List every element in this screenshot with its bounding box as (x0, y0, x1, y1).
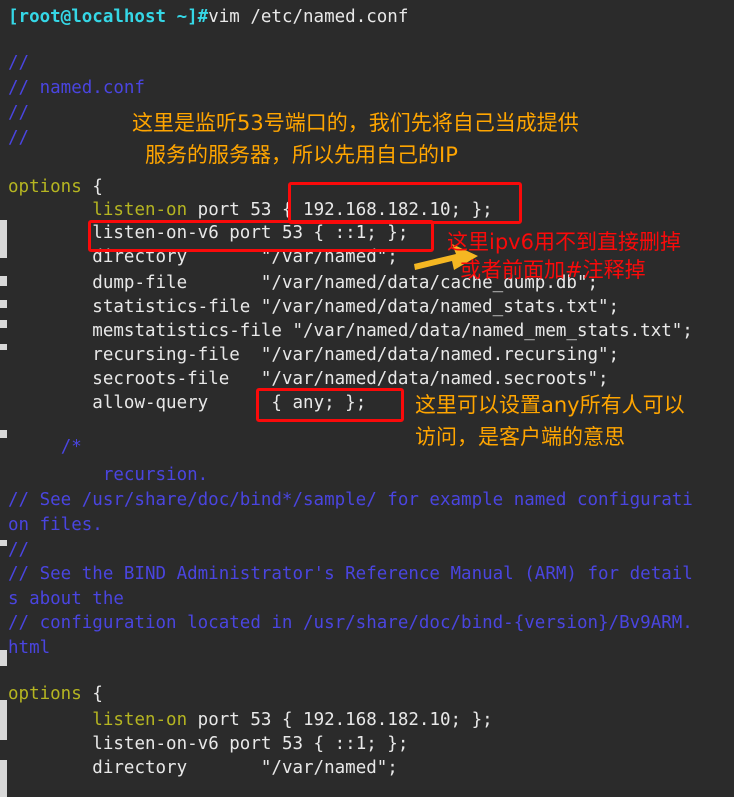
shell-prompt: [root@localhost ~]# (8, 7, 209, 27)
scrollbar-segment[interactable] (0, 760, 7, 797)
memstatistics-file-value: memstatistics-file "/var/named/data/name… (92, 321, 693, 341)
annotation-allow-query-line2: 访问，是客户端的意思 (415, 425, 625, 449)
scrollbar-segment[interactable] (0, 430, 7, 438)
recursion-text: recursion. (102, 465, 209, 485)
listen-on-keyword-2: listen-on (92, 710, 188, 730)
comment-line: // (8, 103, 30, 123)
open-brace-char-2: { (92, 684, 103, 704)
scrollbar-segment[interactable] (0, 320, 7, 328)
scrollbar-segment[interactable] (0, 344, 7, 350)
annotation-ipv6-line2: 或者前面加#注释掉 (460, 258, 646, 282)
see-sample-wrap: on files. (8, 515, 103, 535)
recursing-file-line: recursing-file "/var/named/data/named.re… (8, 344, 619, 367)
allow-query-keyword: allow-query (92, 393, 209, 413)
comment-line: // (8, 540, 30, 560)
scrollbar-segment[interactable] (0, 220, 7, 258)
highlight-box-listen-on-ip (288, 182, 522, 224)
options-block-open-2: options { (8, 683, 103, 706)
terminal-window: [root@localhost ~]#vim /etc/named.conf /… (0, 0, 734, 797)
memstatistics-file-line: memstatistics-file "/var/named/data/name… (8, 320, 693, 343)
annotation-listen-port-line2: 服务的服务器，所以先用自己的IP (145, 143, 458, 167)
scrollbar-segment[interactable] (0, 300, 7, 308)
scrollbar-segment[interactable] (0, 700, 7, 740)
scrollbar-segment[interactable] (0, 540, 7, 546)
listen-on-value-2: port 53 { 192.168.182.10; }; (197, 710, 493, 730)
highlight-box-listen-on-v6 (88, 220, 434, 252)
options-keyword: options (8, 177, 82, 197)
scrollbar-segment[interactable] (0, 650, 7, 666)
shell-command: vim /etc/named.conf (208, 7, 409, 27)
listen-on-v6-value-2: listen-on-v6 port 53 { ::1; }; (92, 734, 409, 754)
block-comment-open: /* (60, 437, 82, 457)
see-config-wrap: html (8, 638, 51, 658)
see-sample-line: // See /usr/share/doc/bind*/sample/ for … (8, 490, 693, 510)
listen-on-line-2: listen-on port 53 { 192.168.182.10; }; (8, 709, 493, 732)
open-brace (82, 177, 93, 197)
shell-prompt-line: [root@localhost ~]#vim /etc/named.conf (8, 6, 408, 29)
vim-scrollbar[interactable] (0, 0, 7, 797)
see-arm-line: // See the BIND Administrator's Referenc… (8, 564, 693, 584)
scrollbar-segment[interactable] (0, 276, 7, 286)
annotation-ipv6-line1: 这里ipv6用不到直接删掉 (447, 230, 681, 254)
recursion-comment-line: recursion. (8, 464, 208, 487)
options-keyword-2: options (8, 684, 82, 704)
listen-on-v6-line-2: listen-on-v6 port 53 { ::1; }; (8, 733, 408, 756)
open-brace-char: { (92, 177, 103, 197)
options-block-open: options { (8, 176, 103, 199)
directory-line-2: directory "/var/named"; (8, 757, 398, 780)
highlight-box-allow-query (256, 388, 404, 422)
statistics-file-value: statistics-file "/var/named/data/named_s… (92, 297, 620, 317)
listen-on-keyword: listen-on (92, 200, 188, 220)
see-config-line: // configuration located in /usr/share/d… (8, 613, 693, 633)
comment-line: // (8, 128, 30, 148)
see-arm-wrap: s about the (8, 589, 124, 609)
block-comment-open-line: /* (8, 436, 82, 459)
comment-line: // named.conf (8, 78, 145, 98)
comment-line: // (8, 53, 30, 73)
directory-value-2: directory "/var/named"; (92, 758, 398, 778)
statistics-file-line: statistics-file "/var/named/data/named_s… (8, 296, 619, 319)
annotation-allow-query-line1: 这里可以设置any所有人可以 (415, 393, 685, 417)
annotation-listen-port-line1: 这里是监听53号端口的，我们先将自己当成提供 (132, 111, 579, 135)
recursing-file-value: recursing-file "/var/named/data/named.re… (92, 345, 620, 365)
secroots-file-value: secroots-file "/var/named/data/named.sec… (92, 369, 609, 389)
